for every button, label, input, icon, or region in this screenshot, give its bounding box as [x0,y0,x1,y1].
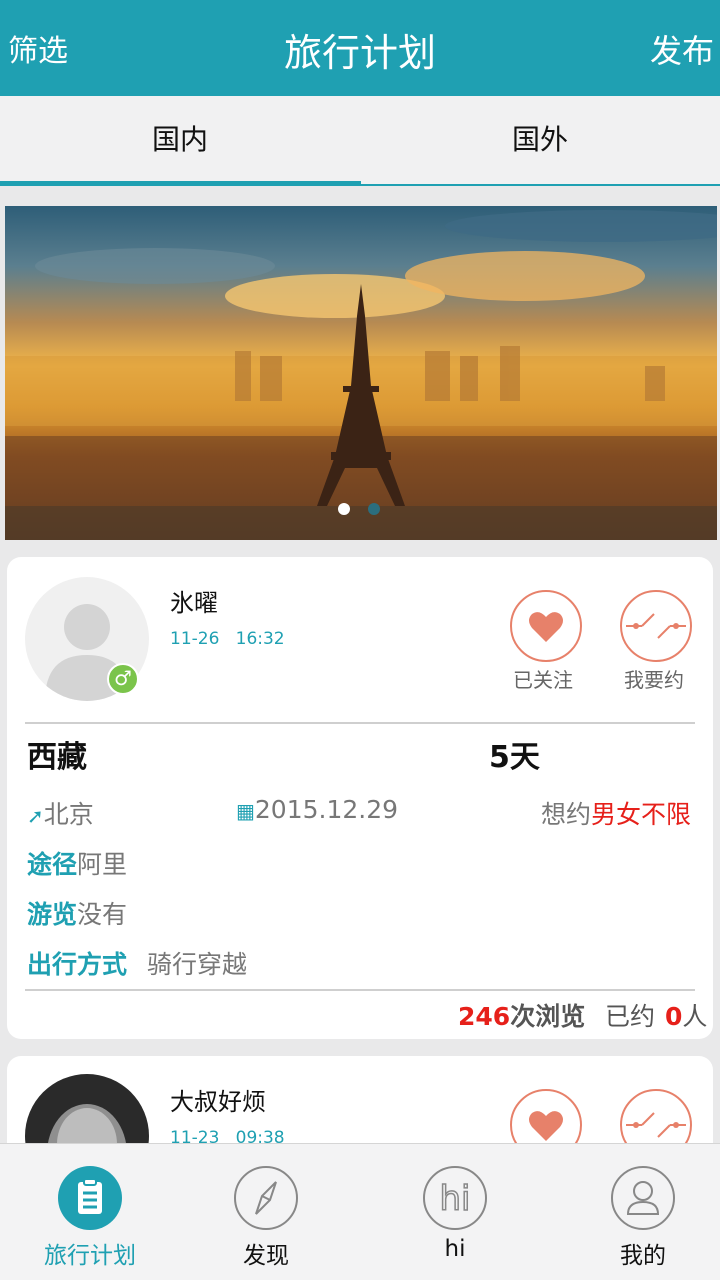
companion-preference: 想约男女不限 [541,800,692,829]
carousel-dot-2[interactable] [368,503,380,515]
page-title: 旅行计划 [283,31,436,75]
post-date: 11-26 [170,629,220,649]
compass-icon [234,1166,298,1230]
destination: 西藏 [27,740,87,775]
person-icon [611,1166,675,1230]
male-icon: ♂ [107,663,139,695]
duration: 5天 [489,740,540,775]
nav-label: hi [444,1236,466,1262]
publish-button[interactable]: 发布 [650,26,714,72]
nav-discover[interactable]: 发现 [176,1144,356,1280]
travel-mode: 出行方式 骑行穿越 [27,950,248,979]
calendar-icon: ▦ [236,799,255,823]
heart-icon [529,612,563,642]
invite-button[interactable] [620,590,692,662]
banner-carousel[interactable] [5,206,717,540]
nav-label: 旅行计划 [44,1243,136,1269]
post-clock: 16:32 [235,629,285,649]
route: 途径阿里 [27,850,128,879]
carousel-indicator [338,503,388,517]
user-name: 大叔好烦 [170,1088,266,1116]
nav-label: 发现 [243,1243,289,1269]
follow-button[interactable] [510,590,582,662]
top-bar: 筛选 旅行计划 发布 [0,0,720,96]
travel-plan-card[interactable]: ♂ 氷曜 11-26 16:32 已关注 我要约 西藏 5天 ➚北京 ▦2015… [7,557,713,1039]
invite-label: 我要约 [624,668,684,692]
carousel-dot-1[interactable] [338,503,350,515]
tab-abroad[interactable]: 国外 [360,96,720,186]
tab-domestic[interactable]: 国内 [0,96,360,186]
nav-mine[interactable]: 我的 [553,1144,720,1280]
nav-label: 我的 [620,1243,666,1269]
post-time: 11-26 16:32 [170,629,285,649]
nav-travel-plan[interactable]: 旅行计划 [0,1144,180,1280]
view-count: 246次浏览 [458,1002,586,1031]
booked-count: 已约 0人 [605,1002,708,1031]
svg-text:hi: hi [440,1179,471,1219]
sightseeing: 游览没有 [27,900,128,929]
hi-icon: hi [423,1166,487,1230]
handshake-link-icon [626,613,686,639]
bottom-navigation: 旅行计划 发现 hi hi 我的 [0,1143,720,1280]
clipboard-icon [58,1166,122,1230]
divider [25,722,695,724]
eiffel-tower-image [5,210,717,540]
tab-active-indicator [0,181,361,186]
nav-hi[interactable]: hi hi [365,1144,545,1280]
divider [25,989,695,991]
departure-arrow-icon: ➚ [27,804,44,828]
start-date: ▦2015.12.29 [236,795,399,824]
region-tabs: 国内 国外 [0,96,720,186]
user-name: 氷曜 [170,589,218,617]
follow-label: 已关注 [513,668,573,692]
origin: ➚北京 [27,800,94,829]
